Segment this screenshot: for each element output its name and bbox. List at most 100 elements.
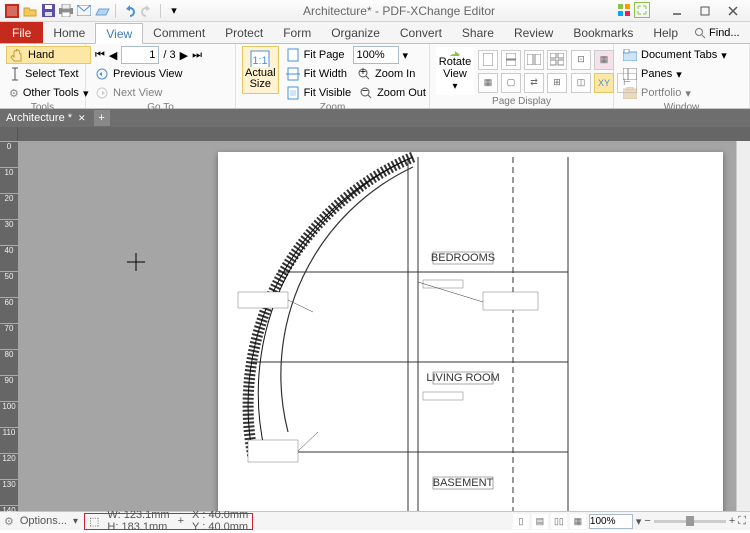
canvas[interactable]: BEDROOMS LIVING ROOM BASEMENT — [18, 141, 736, 511]
tab-help[interactable]: Help — [643, 22, 688, 43]
thumbnails-icon[interactable]: ⊞ — [547, 73, 567, 93]
crosshair-cursor — [127, 253, 145, 271]
snap-icon[interactable]: ◫ — [571, 73, 591, 93]
find-label: Find... — [709, 27, 740, 39]
scrollbar-vertical[interactable] — [736, 141, 750, 511]
tab-view[interactable]: View — [95, 23, 143, 44]
select-text-tool[interactable]: Select Text — [6, 65, 91, 83]
tab-review[interactable]: Review — [504, 22, 563, 43]
panes[interactable]: Panes ▾ — [620, 65, 730, 83]
document-tabs[interactable]: Document Tabs ▾ — [620, 46, 730, 64]
tab-convert[interactable]: Convert — [390, 22, 452, 43]
find-button[interactable]: Find... — [688, 27, 746, 39]
open-icon[interactable] — [22, 3, 38, 19]
tab-comment[interactable]: Comment — [143, 22, 215, 43]
fitpage-label: Fit Page — [304, 49, 345, 61]
rtl-icon[interactable]: ⇄ — [524, 73, 544, 93]
next-view-label: Next View — [113, 87, 162, 99]
launch-icon[interactable] — [634, 2, 650, 18]
email-icon[interactable] — [76, 3, 92, 19]
show-cover-icon[interactable]: ▢ — [501, 73, 521, 93]
fit-page[interactable]: Fit Page▾ — [283, 46, 429, 64]
ruler-corner — [0, 127, 18, 141]
save-icon[interactable] — [40, 3, 56, 19]
qat-dropdown-icon[interactable]: ▾ — [166, 3, 182, 19]
bedrooms-label: BEDROOMS — [431, 252, 495, 264]
maximize-button[interactable] — [692, 2, 718, 20]
tab-home[interactable]: Home — [43, 22, 95, 43]
svg-text:1:1: 1:1 — [253, 55, 268, 67]
close-button[interactable] — [720, 2, 746, 20]
portfolio-label: Portfolio — [641, 87, 681, 99]
tab-form[interactable]: Form — [273, 22, 321, 43]
basement-label: BASEMENT — [433, 477, 494, 489]
panes-label: Panes — [641, 68, 672, 80]
fit-visible[interactable]: Fit Visible−Zoom Out — [283, 84, 429, 102]
pattern-icon[interactable]: ▦ — [594, 50, 614, 70]
undo-icon[interactable] — [121, 3, 137, 19]
fitwidth-label: Fit Width — [304, 68, 347, 80]
zoomout-label: Zoom Out — [377, 87, 426, 99]
app-icon — [4, 3, 20, 19]
window-title: Architecture* - PDF-XChange Editor — [182, 4, 616, 18]
ruler-vertical: 0102030405060708090100110120130140 — [0, 141, 18, 511]
rotate-view-button[interactable]: Rotate View▾ — [436, 47, 474, 95]
actual-label: Actual Size — [245, 68, 276, 91]
last-page-icon[interactable]: ⏭ — [192, 49, 202, 62]
zoom-slider[interactable] — [654, 520, 726, 523]
other-tools[interactable]: ⚙Other Tools ▾ — [6, 84, 91, 102]
page-total: / 3 — [163, 49, 175, 61]
print-icon[interactable] — [58, 3, 74, 19]
hand-tool[interactable]: Hand — [6, 46, 91, 64]
goto-group-label: Go To — [92, 102, 229, 114]
zoom-minus-icon[interactable]: − — [644, 515, 650, 527]
minimize-button[interactable] — [664, 2, 690, 20]
rotate-label: Rotate View — [439, 57, 471, 80]
tab-organize[interactable]: Organize — [321, 22, 390, 43]
new-doc-icon[interactable]: + — [94, 110, 110, 126]
tab-protect[interactable]: Protect — [215, 22, 273, 43]
zoom-input[interactable] — [353, 46, 399, 64]
document-tab[interactable]: Architecture * — [6, 112, 72, 124]
zoomin-label: Zoom In — [375, 68, 415, 80]
redo-icon[interactable] — [139, 3, 155, 19]
rulers-icon[interactable]: XY — [594, 73, 614, 93]
prev-page-icon[interactable]: ◀ — [109, 49, 117, 62]
fit-width[interactable]: Fit Width+Zoom In — [283, 65, 429, 83]
scan-icon[interactable] — [94, 3, 110, 19]
pagedisplay-group-label: Page Display — [436, 96, 607, 108]
fullscreen-icon[interactable]: ⛶ — [738, 515, 746, 528]
options-button[interactable]: Options... — [20, 515, 67, 527]
prev-view-label: Previous View — [113, 68, 183, 80]
first-page-icon[interactable]: ⏮ — [95, 49, 105, 62]
zoom-group-label: Zoom — [242, 102, 423, 114]
grid-icon[interactable]: ⊡ — [571, 50, 591, 70]
continuous-icon[interactable] — [501, 50, 521, 70]
hand-label: Hand — [28, 49, 54, 61]
ui-settings-icon[interactable] — [616, 2, 632, 18]
actual-size-button[interactable]: 1:1 Actual Size — [242, 46, 279, 94]
page-view: BEDROOMS LIVING ROOM BASEMENT — [218, 152, 723, 511]
page-nav: ⏮ ◀ / 3 ▶ ⏭ — [92, 46, 205, 64]
next-page-icon[interactable]: ▶ — [180, 49, 188, 62]
svg-text:−: − — [362, 86, 368, 97]
two-pages-icon[interactable] — [524, 50, 544, 70]
previous-view[interactable]: Previous View — [92, 65, 205, 83]
select-label: Select Text — [25, 68, 79, 80]
options-icon[interactable]: ⚙ — [4, 515, 14, 528]
tab-bookmarks[interactable]: Bookmarks — [563, 22, 643, 43]
tab-file[interactable]: File — [0, 22, 43, 43]
portfolio[interactable]: Portfolio ▾ — [620, 84, 730, 102]
close-doc-icon[interactable]: ✕ — [78, 113, 86, 124]
zoom-plus-icon[interactable]: + — [729, 515, 735, 527]
two-continuous-icon[interactable] — [547, 50, 567, 70]
dimensions-readout: ⬚ W: 123.1mm H: 183.1mm + X : 40.0mm Y :… — [84, 513, 253, 530]
next-view[interactable]: Next View — [92, 84, 205, 102]
show-gaps-icon[interactable]: ▦ — [478, 73, 498, 93]
living-label: LIVING ROOM — [426, 372, 499, 384]
single-page-icon[interactable] — [478, 50, 498, 70]
fitvisible-label: Fit Visible — [304, 87, 351, 99]
tab-share[interactable]: Share — [452, 22, 504, 43]
window-group-label: Window — [620, 102, 743, 114]
page-input[interactable] — [121, 46, 159, 64]
